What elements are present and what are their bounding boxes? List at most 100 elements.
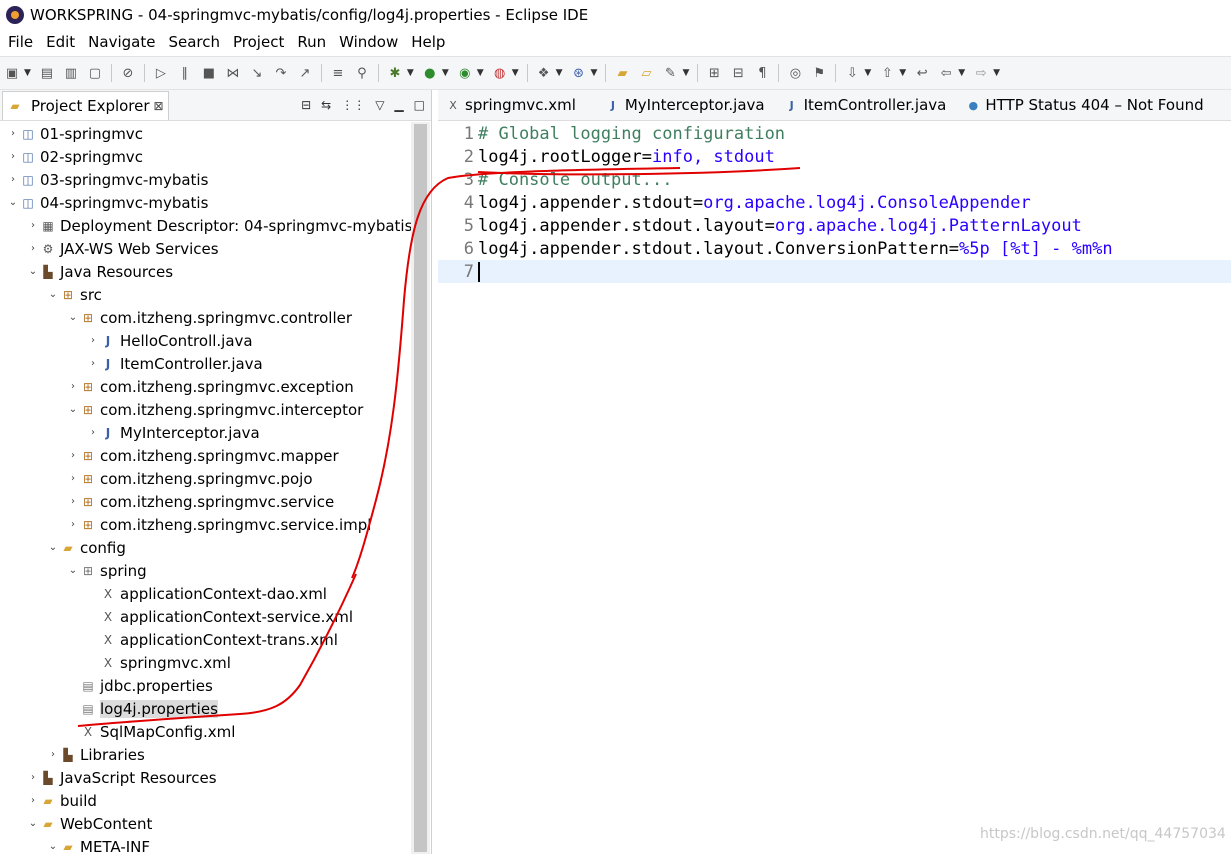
chevron-down-icon[interactable]: ⌄: [66, 404, 80, 415]
new-class-icon[interactable]: ⊛: [571, 65, 587, 81]
tree-item-spring[interactable]: ⌄ ⊞ spring: [66, 559, 147, 582]
save-all-icon[interactable]: ▥: [63, 65, 79, 81]
new-server-icon[interactable]: ❖: [536, 65, 552, 81]
console-icon[interactable]: ▢: [87, 65, 103, 81]
tree-item-04-springmvc-mybatis[interactable]: ⌄ ◫ 04-springmvc-mybatis: [6, 191, 209, 214]
tree-item-log4j-properties[interactable]: ▤ log4j.properties: [80, 697, 218, 720]
tree-item-package-pojo[interactable]: › ⊞ com.itzheng.springmvc.pojo: [66, 467, 313, 490]
chevron-right-icon[interactable]: ›: [26, 243, 40, 254]
tree-item-config[interactable]: ⌄ ▰ config: [46, 536, 126, 559]
tree-item-itemcontroller[interactable]: › J ItemController.java: [86, 352, 263, 375]
chevron-right-icon[interactable]: ›: [86, 427, 100, 438]
tab-itemcontroller-java[interactable]: J ItemController.java: [777, 90, 955, 120]
tree-item-appctx-service[interactable]: XapplicationContext-service.xml: [100, 605, 353, 628]
tab-springmvc-xml[interactable]: Xspringmvc.xml: [438, 90, 584, 120]
save-icon[interactable]: ▤: [39, 65, 55, 81]
tree-item-package-controller[interactable]: ⌄ ⊞ com.itzheng.springmvc.controller: [66, 306, 352, 329]
forward-dropdown-icon[interactable]: ▼: [993, 68, 1000, 78]
use-step-filters-icon[interactable]: ⚲: [354, 65, 370, 81]
chevron-down-icon[interactable]: ⌄: [26, 266, 40, 277]
chevron-down-icon[interactable]: ⌄: [6, 197, 20, 208]
tree-item-webcontent[interactable]: ⌄ ▰ WebContent: [26, 812, 153, 835]
chevron-down-icon[interactable]: ⌄: [66, 565, 80, 576]
tree-item-package-service[interactable]: › ⊞ com.itzheng.springmvc.service: [66, 490, 334, 513]
run-dropdown-icon[interactable]: ▼: [442, 68, 449, 78]
tree-item-03-springmvc-mybatis[interactable]: › ◫ 03-springmvc-mybatis: [6, 168, 208, 191]
scrollbar-thumb[interactable]: [414, 124, 427, 852]
maximize-icon[interactable]: □: [414, 98, 425, 112]
new-icon[interactable]: ▣: [4, 65, 20, 81]
new-dropdown-icon[interactable]: ▼: [24, 68, 31, 78]
chevron-right-icon[interactable]: ›: [26, 220, 40, 231]
terminate-icon[interactable]: ■: [201, 65, 217, 81]
chevron-right-icon[interactable]: ›: [26, 795, 40, 806]
chevron-down-icon[interactable]: ⌄: [66, 312, 80, 323]
debug-icon[interactable]: ✱: [387, 65, 403, 81]
external-tools-dropdown-icon[interactable]: ▼: [512, 68, 519, 78]
menu-file[interactable]: File: [8, 33, 33, 51]
menu-navigate[interactable]: Navigate: [88, 33, 155, 51]
minimize-icon[interactable]: ▁: [394, 98, 403, 112]
show-whitespace-icon[interactable]: ¶: [754, 65, 770, 81]
skip-breakpoints-icon[interactable]: ⊘: [120, 65, 136, 81]
step-return-icon[interactable]: ↗: [297, 65, 313, 81]
search-brush-icon[interactable]: ✎: [662, 65, 678, 81]
tree-item-package-mapper[interactable]: › ⊞ com.itzheng.springmvc.mapper: [66, 444, 339, 467]
menu-run[interactable]: Run: [297, 33, 326, 51]
chevron-right-icon[interactable]: ›: [6, 128, 20, 139]
tab-myinterceptor-java[interactable]: J MyInterceptor.java: [598, 90, 773, 120]
close-icon[interactable]: ⊠: [154, 99, 164, 113]
chevron-right-icon[interactable]: ›: [86, 358, 100, 369]
tree-item-jax-ws[interactable]: › ⚙ JAX-WS Web Services: [26, 237, 219, 260]
back-icon[interactable]: ⇦: [938, 65, 954, 81]
suspend-icon[interactable]: ∥: [177, 65, 193, 81]
menu-project[interactable]: Project: [233, 33, 284, 51]
tree-item-02-springmvc[interactable]: › ◫ 02-springmvc: [6, 145, 143, 168]
debug-dropdown-icon[interactable]: ▼: [407, 68, 414, 78]
chevron-right-icon[interactable]: ›: [6, 174, 20, 185]
chevron-right-icon[interactable]: ›: [66, 519, 80, 530]
open-project-icon[interactable]: ▱: [638, 65, 654, 81]
chevron-right-icon[interactable]: ›: [86, 335, 100, 346]
chevron-down-icon[interactable]: ⌄: [26, 818, 40, 829]
previous-annotation-dropdown-icon[interactable]: ▼: [899, 68, 906, 78]
step-over-icon[interactable]: ↷: [273, 65, 289, 81]
link-with-editor-icon[interactable]: ⇆: [321, 98, 331, 112]
search-dropdown-icon[interactable]: ▼: [682, 68, 689, 78]
chevron-right-icon[interactable]: ›: [6, 151, 20, 162]
resume-icon[interactable]: ▷: [153, 65, 169, 81]
menu-search[interactable]: Search: [168, 33, 220, 51]
tree-item-jdbc-properties[interactable]: ▤ jdbc.properties: [80, 674, 212, 697]
new-class-dropdown-icon[interactable]: ▼: [591, 68, 598, 78]
view-menu-chevron-down-icon[interactable]: ▽: [375, 98, 384, 112]
tab-http-status-404[interactable]: ● HTTP Status 404 – Not Found: [958, 90, 1211, 120]
chevron-right-icon[interactable]: ›: [66, 496, 80, 507]
tab-project-explorer[interactable]: ▰ Project Explorer ⊠: [2, 90, 169, 120]
collapse-all-icon[interactable]: ⊟: [301, 98, 311, 112]
menu-window[interactable]: Window: [339, 33, 398, 51]
tree-item-libraries[interactable]: › ▙ Libraries: [46, 743, 145, 766]
tree-item-build[interactable]: › ▰ build: [26, 789, 97, 812]
tree-item-hellocontroll[interactable]: › J HelloControll.java: [86, 329, 253, 352]
chevron-right-icon[interactable]: ›: [46, 749, 60, 760]
tree-item-package-exception[interactable]: › ⊞ com.itzheng.springmvc.exception: [66, 375, 354, 398]
open-type-icon[interactable]: ≡: [330, 65, 346, 81]
tree-item-myinterceptor[interactable]: › J MyInterceptor.java: [86, 421, 260, 444]
previous-annotation-icon[interactable]: ⇧: [879, 65, 895, 81]
tree-item-01-springmvc[interactable]: › ◫ 01-springmvc: [6, 122, 143, 145]
tree-item-meta-inf[interactable]: ⌄ ▰ META-INF: [46, 835, 150, 854]
coverage-icon[interactable]: ◉: [457, 65, 473, 81]
chevron-right-icon[interactable]: ›: [66, 450, 80, 461]
explorer-scrollbar[interactable]: [411, 122, 430, 854]
filters-icon[interactable]: ⋮⋮: [341, 98, 365, 112]
block-selection-icon[interactable]: ⊟: [730, 65, 746, 81]
pin-editor-icon[interactable]: ⚑: [811, 65, 827, 81]
new-server-dropdown-icon[interactable]: ▼: [556, 68, 563, 78]
tree-item-deployment-descriptor[interactable]: › ▦ Deployment Descriptor: 04-springmvc-my…: [26, 214, 411, 237]
chevron-right-icon[interactable]: ›: [26, 772, 40, 783]
tree-item-java-resources[interactable]: ⌄ ▙ Java Resources: [26, 260, 173, 283]
chevron-right-icon[interactable]: ›: [66, 381, 80, 392]
tree-item-package-interceptor[interactable]: ⌄ ⊞ com.itzheng.springmvc.interceptor: [66, 398, 364, 421]
tree-item-package-service-impl[interactable]: › ⊞ com.itzheng.springmvc.service.impl: [66, 513, 371, 536]
tree-item-appctx-dao[interactable]: XapplicationContext-dao.xml: [100, 582, 327, 605]
